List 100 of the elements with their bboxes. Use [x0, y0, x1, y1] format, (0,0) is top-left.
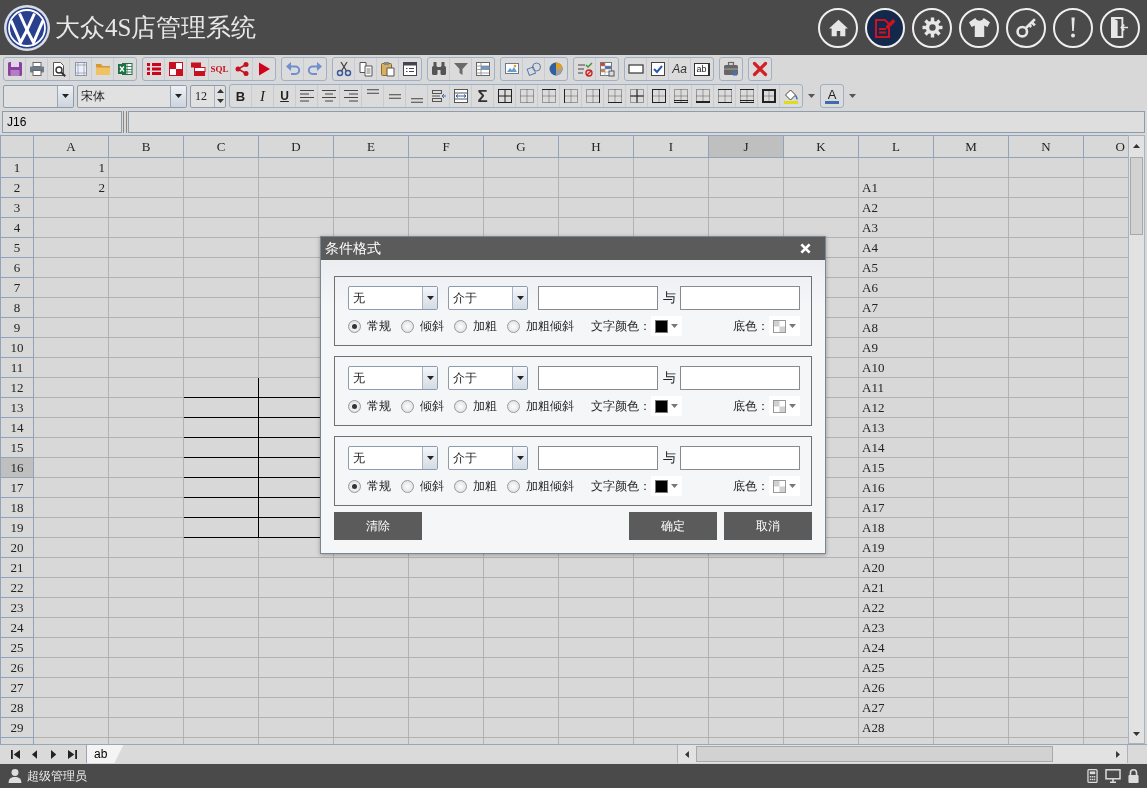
radio-button[interactable]	[454, 399, 467, 413]
column-header[interactable]: L	[858, 135, 934, 158]
sql-button[interactable]: SQL	[209, 58, 231, 80]
column-header[interactable]: B	[108, 135, 184, 158]
column-header[interactable]: M	[933, 135, 1009, 158]
text-color-picker[interactable]	[651, 396, 682, 416]
radio-button[interactable]	[454, 319, 467, 333]
column-header[interactable]: N	[1008, 135, 1084, 158]
operator-dropdown[interactable]: 介于	[448, 366, 528, 390]
column-header[interactable]: I	[633, 135, 709, 158]
rectangle-button[interactable]	[625, 58, 647, 80]
delete-button[interactable]	[748, 57, 772, 81]
row-header[interactable]: 5	[0, 237, 34, 258]
row-header[interactable]: 27	[0, 677, 34, 698]
row-header[interactable]: 22	[0, 577, 34, 598]
row-header[interactable]: 14	[0, 417, 34, 438]
scrollbar-thumb[interactable]	[1130, 157, 1143, 235]
row-header[interactable]: 15	[0, 437, 34, 458]
key-button[interactable]	[1006, 7, 1046, 48]
column-header[interactable]: K	[783, 135, 859, 158]
italic-button[interactable]: I	[252, 85, 274, 107]
row-header[interactable]: 8	[0, 297, 34, 318]
row-header[interactable]: 20	[0, 537, 34, 558]
radio-button[interactable]	[401, 399, 414, 413]
bold-button[interactable]: B	[230, 85, 252, 107]
operator-dropdown[interactable]: 介于	[448, 286, 528, 310]
row-header[interactable]: 10	[0, 337, 34, 358]
underline-button[interactable]: U	[274, 85, 296, 107]
row-header[interactable]: 28	[0, 697, 34, 718]
row-header[interactable]: 18	[0, 497, 34, 518]
row-header[interactable]: 26	[0, 657, 34, 678]
row-header[interactable]: 23	[0, 597, 34, 618]
scrollbar-thumb[interactable]	[696, 746, 1053, 762]
font-color-button[interactable]: A	[820, 84, 844, 108]
exclamation-button[interactable]	[1053, 7, 1093, 48]
home-button[interactable]	[818, 7, 858, 48]
background-color-picker[interactable]	[769, 476, 800, 496]
value-field[interactable]	[538, 286, 658, 310]
font-size-field[interactable]: 12	[190, 84, 226, 108]
column-header[interactable]: D	[258, 135, 334, 158]
column-header[interactable]: C	[183, 135, 259, 158]
font-style-button[interactable]: Aa	[669, 58, 691, 80]
row-header[interactable]: 6	[0, 257, 34, 278]
field-dropdown[interactable]: 无	[348, 446, 438, 470]
column-header[interactable]: E	[333, 135, 409, 158]
background-color-picker[interactable]	[769, 396, 800, 416]
row-header[interactable]: 24	[0, 617, 34, 638]
row-header[interactable]: 7	[0, 277, 34, 298]
ok-button[interactable]: 确定	[629, 512, 717, 540]
row-header[interactable]: 11	[0, 357, 34, 378]
briefcase-button[interactable]	[719, 57, 743, 81]
radio-button[interactable]	[401, 479, 414, 493]
text-field-button[interactable]: ab	[691, 58, 713, 80]
row-header[interactable]: 25	[0, 637, 34, 658]
field-dropdown[interactable]: 无	[348, 366, 438, 390]
settings-button[interactable]	[912, 7, 952, 48]
column-header[interactable]: O	[1083, 135, 1128, 158]
door-arrow-button[interactable]	[1100, 7, 1140, 48]
radio-button[interactable]	[454, 479, 467, 493]
splitter-handle[interactable]	[123, 111, 127, 133]
value-field[interactable]	[680, 286, 800, 310]
field-dropdown[interactable]: 无	[348, 286, 438, 310]
radio-button[interactable]	[507, 319, 520, 333]
row-header[interactable]: 1	[0, 157, 34, 178]
row-header[interactable]: 16	[0, 457, 34, 478]
shirt-button[interactable]	[959, 7, 999, 48]
sum-button[interactable]: Σ	[472, 85, 494, 107]
row-header[interactable]: 4	[0, 217, 34, 238]
edit-document-button[interactable]	[865, 7, 905, 48]
horizontal-scrollbar[interactable]	[677, 745, 1128, 763]
column-header[interactable]: J	[708, 135, 784, 158]
row-header[interactable]: 17	[0, 477, 34, 498]
column-header[interactable]: G	[483, 135, 559, 158]
clear-button[interactable]: 清除	[334, 512, 422, 540]
close-button[interactable]	[800, 243, 811, 254]
radio-button[interactable]	[507, 399, 520, 413]
radio-button[interactable]	[348, 319, 361, 333]
cancel-button[interactable]: 取消	[724, 512, 812, 540]
vertical-scrollbar[interactable]	[1128, 135, 1145, 744]
radio-button[interactable]	[348, 399, 361, 413]
font-dropdown[interactable]: 宋体	[77, 84, 187, 108]
row-header[interactable]: 29	[0, 717, 34, 738]
text-color-picker[interactable]	[651, 476, 682, 496]
row-header[interactable]: 2	[0, 177, 34, 198]
radio-button[interactable]	[348, 479, 361, 493]
row-header[interactable]: 12	[0, 377, 34, 398]
operator-dropdown[interactable]: 介于	[448, 446, 528, 470]
value-field[interactable]	[680, 366, 800, 390]
sheet-tab[interactable]: ab	[86, 745, 124, 763]
row-header[interactable]: 13	[0, 397, 34, 418]
row-header[interactable]: 3	[0, 197, 34, 218]
formula-field[interactable]	[128, 111, 1145, 133]
column-header[interactable]: F	[408, 135, 484, 158]
background-color-picker[interactable]	[769, 316, 800, 336]
column-header[interactable]: H	[558, 135, 634, 158]
cell-name-field[interactable]: J16	[2, 111, 122, 133]
row-header[interactable]: 19	[0, 517, 34, 538]
value-field[interactable]	[538, 366, 658, 390]
text-color-picker[interactable]	[651, 316, 682, 336]
radio-button[interactable]	[507, 479, 520, 493]
